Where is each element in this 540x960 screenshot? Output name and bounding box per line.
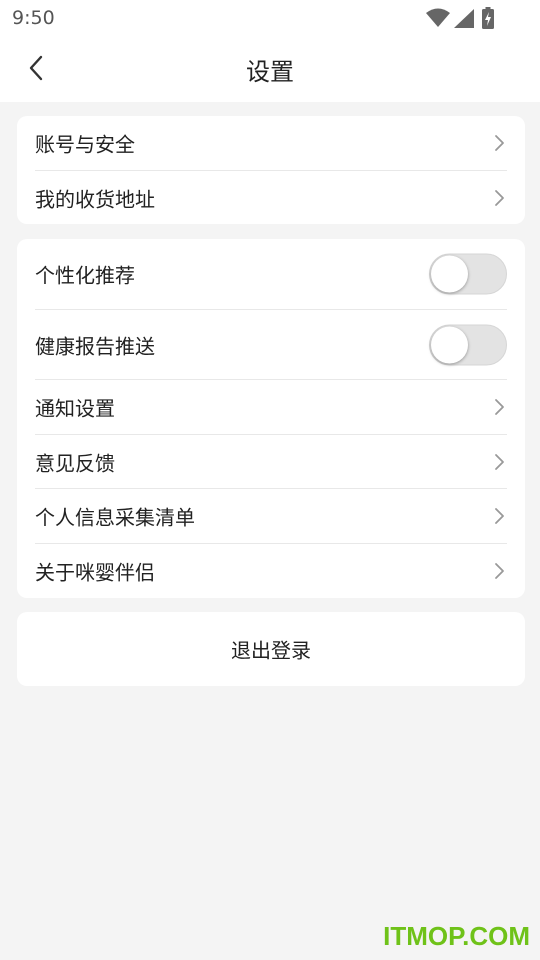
battery-charging-icon	[482, 7, 494, 29]
toggle-label: 个性化推荐	[35, 263, 135, 288]
chevron-right-icon	[495, 453, 504, 470]
toggle-knob	[431, 255, 468, 293]
menu-item-label: 我的收货地址	[35, 187, 155, 211]
settings-card: 个性化推荐 健康报告推送 通知设置 意见反馈 个人信息采集清单 关于咪婴伴侣	[17, 239, 525, 598]
menu-item-shipping-address[interactable]: 我的收货地址	[35, 171, 507, 224]
status-bar: 9:50	[0, 0, 540, 36]
chevron-right-icon	[495, 399, 504, 415]
logout-button[interactable]: 退出登录	[17, 612, 525, 686]
watermark: ITMOP.COM	[383, 921, 530, 951]
status-icons	[420, 7, 500, 29]
menu-item-personal-info-list[interactable]: 个人信息采集清单	[35, 489, 507, 544]
menu-item-about[interactable]: 关于咪婴伴侣	[35, 544, 507, 598]
page-title: 设置	[246, 58, 294, 86]
chevron-right-icon	[495, 189, 504, 206]
menu-item-label: 通知设置	[35, 396, 115, 421]
menu-item-label: 个人信息采集清单	[35, 505, 195, 530]
menu-item-account-security[interactable]: 账号与安全	[35, 116, 507, 171]
account-card: 账号与安全 我的收货地址	[17, 116, 525, 224]
status-time: 9:50	[12, 7, 55, 29]
menu-item-feedback[interactable]: 意见反馈	[35, 435, 507, 489]
toggle-knob	[431, 326, 468, 363]
chevron-right-icon	[495, 508, 504, 524]
menu-item-label: 账号与安全	[35, 132, 135, 157]
toggle-row-personalized-recommend: 个性化推荐	[35, 239, 507, 310]
personalized-recommend-toggle[interactable]	[429, 253, 507, 295]
chevron-right-icon	[495, 563, 504, 579]
wifi-icon	[426, 8, 450, 27]
signal-icon	[454, 9, 474, 28]
header: 设置	[0, 36, 540, 102]
toggle-row-health-report: 健康报告推送	[35, 310, 507, 380]
logout-label: 退出登录	[231, 638, 311, 663]
chevron-right-icon	[495, 135, 504, 151]
menu-item-label: 关于咪婴伴侣	[35, 560, 155, 585]
menu-item-label: 意见反馈	[35, 451, 115, 475]
toggle-label: 健康报告推送	[35, 334, 155, 358]
health-report-toggle[interactable]	[429, 324, 507, 365]
menu-item-notification-settings[interactable]: 通知设置	[35, 380, 507, 435]
